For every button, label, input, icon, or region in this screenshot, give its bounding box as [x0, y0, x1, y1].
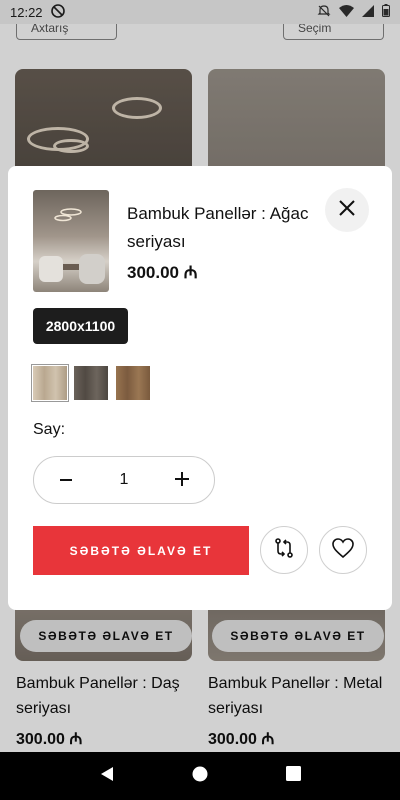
- compare-icon: [272, 536, 296, 565]
- decrease-button[interactable]: [54, 466, 78, 494]
- size-option[interactable]: 2800x1100: [33, 308, 128, 344]
- close-button[interactable]: [325, 188, 369, 232]
- quantity-label: Say:: [33, 421, 66, 438]
- product-thumbnail: [33, 190, 109, 292]
- back-icon[interactable]: [99, 766, 115, 787]
- system-nav-bar: [0, 752, 400, 800]
- increase-button[interactable]: [170, 466, 194, 494]
- heart-icon: [331, 537, 355, 564]
- wishlist-button[interactable]: [319, 526, 367, 574]
- color-swatch-medium-wood[interactable]: [116, 366, 150, 400]
- home-icon[interactable]: [192, 766, 208, 787]
- quick-add-modal: Bambuk Panellər : Ağac seriyası 300.00 ₼…: [8, 166, 392, 610]
- product-title: Bambuk Panellər : Ağac seriyası: [127, 204, 309, 251]
- compare-button[interactable]: [260, 526, 308, 574]
- color-swatch-light-wood[interactable]: [31, 364, 69, 402]
- close-icon: [337, 198, 357, 223]
- add-to-cart-button[interactable]: SƏBƏTƏ ƏLAVƏ ET: [33, 526, 249, 575]
- quantity-value[interactable]: 1: [120, 471, 129, 489]
- product-price: 300.00 ₼: [127, 263, 198, 282]
- recents-icon[interactable]: [286, 766, 302, 786]
- quantity-stepper: 1: [33, 456, 215, 504]
- color-swatch-dark-wood[interactable]: [74, 366, 108, 400]
